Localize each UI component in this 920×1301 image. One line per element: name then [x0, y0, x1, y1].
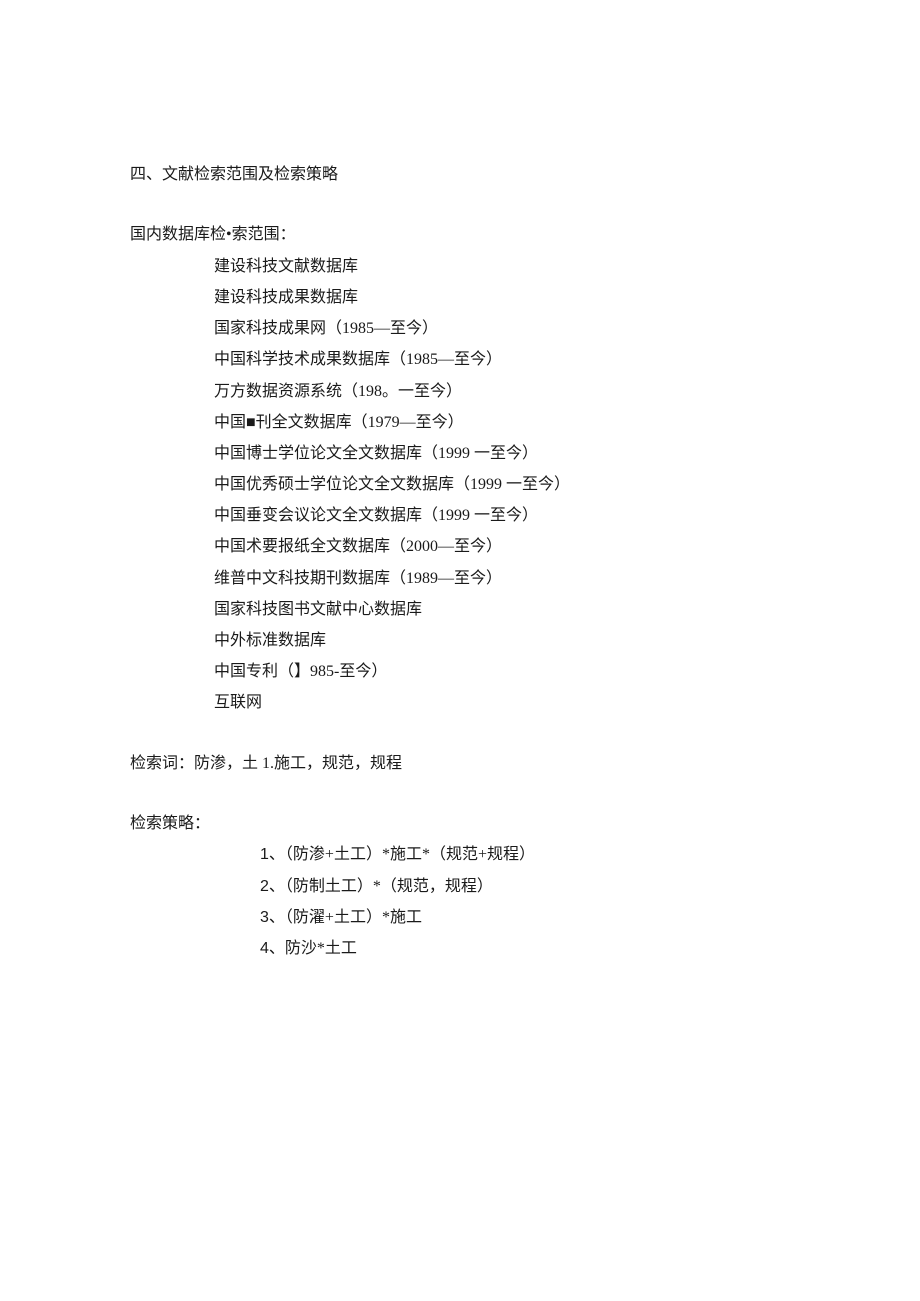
scope-item: 中外标准数据库 [214, 625, 790, 656]
scope-item: 建设科技成果数据库 [214, 282, 790, 313]
strategy-label: 检索策略： [130, 809, 790, 839]
scope-item: 互联网 [214, 687, 790, 718]
strategy-item: 1、（防渗+土工）*施工*（规范+规程） [260, 839, 790, 870]
scope-item: 国家科技图书文献中心数据库 [214, 594, 790, 625]
strategy-number: 1 [260, 846, 269, 863]
strategy-item: 4、防沙*土工 [260, 933, 790, 964]
scope-item: 万方数据资源系统（198。一至今） [214, 376, 790, 407]
strategy-sep: 、 [269, 878, 285, 895]
strategy-sep: 、 [269, 846, 285, 863]
scope-item: 国家科技成果网（1985—至今） [214, 313, 790, 344]
scope-item: 中国专利（】985-至今） [214, 656, 790, 687]
scope-item: 中国博士学位论文全文数据库（1999 一至今） [214, 438, 790, 469]
strategy-text: 防沙*土工 [285, 940, 357, 957]
scope-item: 建设科技文献数据库 [214, 251, 790, 282]
document-page: 四、文献检索范围及检索策略 国内数据库检•索范围： 建设科技文献数据库 建设科技… [0, 0, 920, 1064]
scope-item: 维普中文科技期刊数据库（1989—至今） [214, 563, 790, 594]
keywords-value: 防渗，土 1.施工，规范，规程 [194, 755, 402, 772]
scope-item: 中国优秀硕士学位论文全文数据库（1999 一至今） [214, 469, 790, 500]
keywords-label: 检索词： [130, 755, 194, 772]
strategy-text: （防制土工）*（规范，规程） [285, 878, 493, 895]
strategy-sep: 、 [269, 909, 285, 926]
scope-item: 中国科学技术成果数据库（1985—至今） [214, 344, 790, 375]
scope-item: 中国■刊全文数据库（1979—至今） [214, 407, 790, 438]
scope-label: 国内数据库检•索范围： [130, 220, 790, 250]
scope-item: 中国术要报纸全文数据库（2000—至今） [214, 531, 790, 562]
strategy-number: 2 [260, 878, 269, 895]
strategy-list: 1、（防渗+土工）*施工*（规范+规程） 2、（防制土工）*（规范，规程） 3、… [130, 839, 790, 964]
strategy-item: 2、（防制土工）*（规范，规程） [260, 871, 790, 902]
strategy-sep: 、 [269, 940, 285, 957]
strategy-item: 3、（防濯+土工）*施工 [260, 902, 790, 933]
strategy-text: （防濯+土工）*施工 [285, 909, 422, 926]
scope-item: 中国垂变会议论文全文数据库（1999 一至今） [214, 500, 790, 531]
keywords-row: 检索词：防渗，土 1.施工，规范，规程 [130, 749, 790, 779]
strategy-number: 4 [260, 940, 269, 957]
strategy-text: （防渗+土工）*施工*（规范+规程） [285, 846, 535, 863]
strategy-number: 3 [260, 909, 269, 926]
section-heading: 四、文献检索范围及检索策略 [130, 160, 790, 190]
scope-list: 建设科技文献数据库 建设科技成果数据库 国家科技成果网（1985—至今） 中国科… [130, 251, 790, 719]
